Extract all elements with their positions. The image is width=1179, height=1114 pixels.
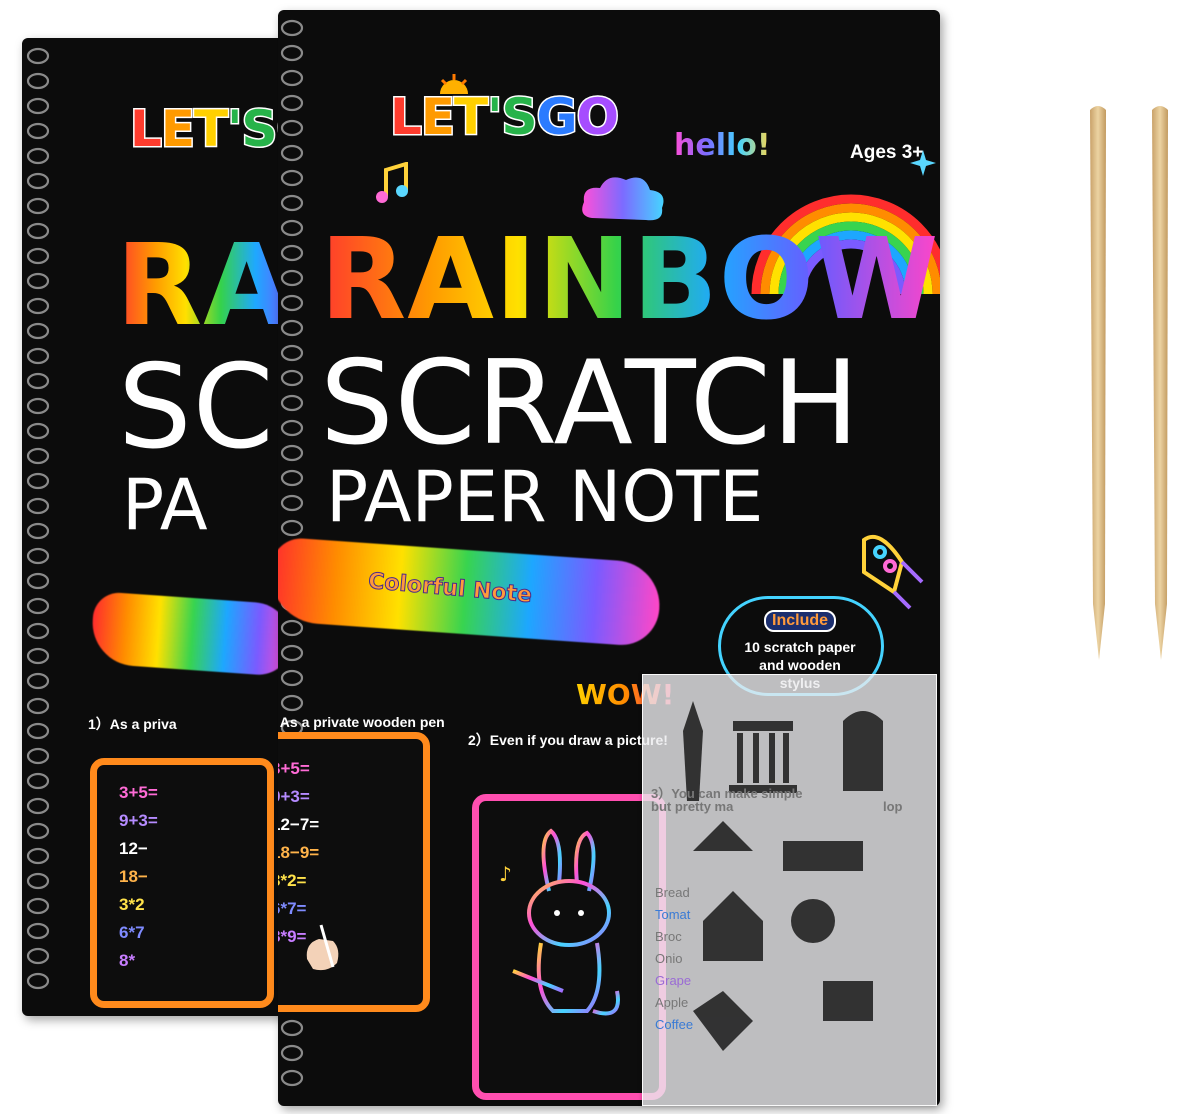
hand-with-stylus-icon — [306, 924, 339, 971]
stencil-word: but pretty ma — [651, 799, 734, 814]
wooden-stylus — [1152, 106, 1168, 660]
stencil-sheet: Bread Tomat Broc Onio Grape Apple Coffee… — [642, 674, 937, 1106]
math-practice-frame: 3+5= 9+3= 12−7= 18−9= 3*2= 6*7= 8*9= — [278, 732, 430, 1012]
stencil-word: Coffee — [655, 1017, 694, 1032]
title-paper-note: PA — [122, 464, 208, 546]
stencil-word: Onio — [655, 951, 683, 966]
stencil-word: Bread — [655, 885, 690, 900]
hello-text: hello! — [674, 128, 771, 163]
music-note-icon — [376, 162, 408, 203]
stencil-word: Tomat — [655, 907, 691, 922]
title-rainbow: RAINBOW — [320, 215, 940, 345]
title-paper-note: PAPER NOTE — [326, 456, 764, 538]
drawing-frame: ♪ — [472, 794, 666, 1100]
stencil-word: lop — [883, 799, 903, 814]
lets-go-logo: LET'SGO — [389, 87, 621, 148]
rainbow-brush-stroke — [89, 591, 295, 677]
sparkle-icon — [910, 150, 936, 176]
bunny-drawing-icon: ♪ — [499, 828, 620, 1016]
title-scratch: SC — [118, 340, 275, 475]
stencil-word: Apple — [655, 995, 689, 1010]
landmark-stencil-shapes-icon — [683, 701, 883, 1051]
step-2-caption: 2）Even if you draw a picture! — [468, 732, 668, 748]
math-problems: 3+5= 9+3= 12− 18− 3*2 6*7 8* — [119, 783, 158, 970]
title-scratch: SCRATCH — [320, 336, 861, 471]
step-1-caption: 1）As a priva — [88, 716, 177, 732]
step-1-caption: 1）As a private wooden pen — [278, 714, 445, 730]
math-practice-frame: 3+5= 9+3= 12− 18− 3*2 6*7 8* — [90, 758, 274, 1008]
svg-text:♪: ♪ — [499, 862, 512, 886]
stencil-word: Broc — [655, 929, 682, 944]
wooden-stylus — [1090, 106, 1106, 660]
include-label: Include — [764, 610, 837, 632]
rocket-icon — [862, 534, 924, 610]
spiral-binding — [24, 38, 52, 1016]
stencil-word: Grape — [655, 973, 692, 988]
